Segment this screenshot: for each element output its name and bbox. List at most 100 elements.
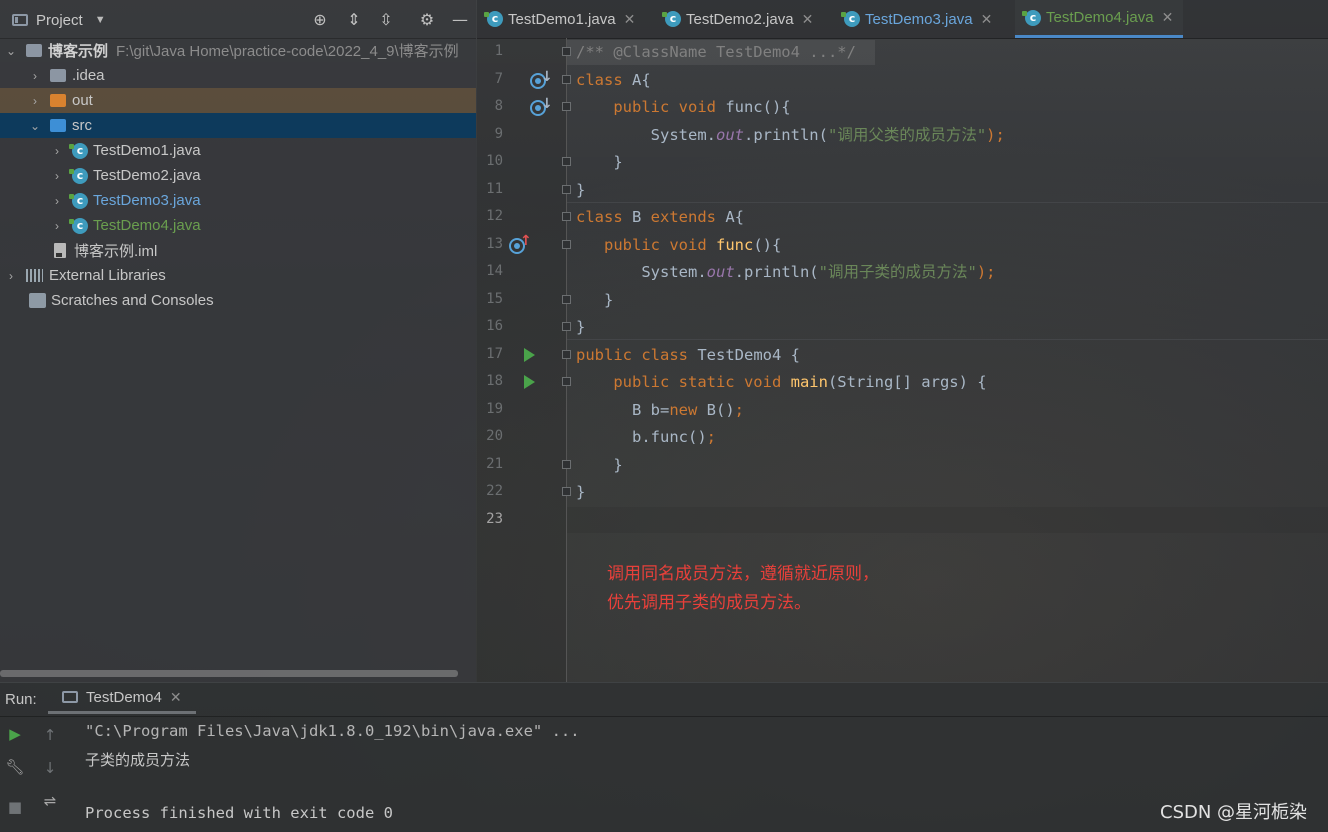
tree-item-testdemo3[interactable]: › c TestDemo3.java [0, 188, 476, 213]
line-number: 9 [494, 126, 503, 142]
code-line-17[interactable]: public class TestDemo4 { [576, 344, 800, 366]
line-number: 1 [494, 43, 503, 59]
tab-testdemo4[interactable]: c TestDemo4.java ✕ [1015, 0, 1184, 38]
code-line-20[interactable]: b.func(); [576, 426, 716, 448]
fold-marker[interactable] [562, 295, 571, 304]
tree-item-label: TestDemo2.java [93, 167, 201, 184]
keyword: new [669, 401, 707, 419]
wrench-icon[interactable]: 🔧︎ [5, 757, 25, 777]
tree-item-external-libraries[interactable]: › External Libraries [0, 263, 476, 288]
soft-wrap-icon[interactable]: ⇌ [40, 791, 60, 811]
tree-item-src[interactable]: ⌄ src [0, 113, 476, 138]
tree-item-idea[interactable]: › .idea [0, 63, 476, 88]
tab-label: TestDemo3.java [865, 10, 973, 28]
keyword: public static void [576, 373, 791, 391]
code-text: System. [576, 263, 707, 281]
java-class-icon: c [662, 11, 681, 27]
tree-item-scratches[interactable]: Scratches and Consoles [0, 288, 476, 313]
project-view-selector[interactable]: Project ▼ [12, 9, 106, 31]
arrow-up-icon[interactable]: ↑ [40, 725, 60, 745]
gear-icon[interactable]: ⚙ [417, 10, 437, 30]
code-line-10[interactable]: } [576, 151, 622, 173]
tree-item-testdemo2[interactable]: › c TestDemo2.java [0, 163, 476, 188]
tab-testdemo1[interactable]: c TestDemo1.java ✕ [484, 0, 636, 38]
rerun-icon[interactable]: ▶ [5, 724, 25, 744]
code-line-15[interactable]: } [576, 289, 613, 311]
code-line-21[interactable]: } [576, 454, 622, 476]
tree-root-node[interactable]: ⌄ 博客示例 F:\git\Java Home\practice-code\20… [0, 38, 476, 63]
tab-testdemo2[interactable]: c TestDemo2.java ✕ [662, 0, 814, 38]
code-line-12[interactable]: class B extends A{ [576, 206, 744, 228]
gutter-divider [566, 38, 567, 682]
code-line-11[interactable]: } [576, 179, 585, 201]
keyword: class [576, 208, 632, 226]
fold-marker[interactable] [562, 157, 571, 166]
fold-marker[interactable] [562, 350, 571, 359]
tree-item-label: src [72, 117, 92, 134]
close-icon[interactable]: ✕ [170, 689, 182, 706]
line-number: 13 [486, 236, 503, 252]
code-line-16[interactable]: } [576, 316, 585, 338]
stop-icon[interactable]: ■ [5, 797, 25, 817]
tree-item-label: 博客示例.iml [74, 243, 158, 260]
fold-marker[interactable] [562, 487, 571, 496]
chevron-down-icon: ▼ [94, 14, 106, 26]
code-text: ); [976, 263, 996, 281]
code-line-7[interactable]: class A{ [576, 69, 651, 91]
code-line-13[interactable]: public void func(){ [576, 234, 781, 256]
code-text: System. [576, 126, 716, 144]
code-line-14[interactable]: System.out.println("调用子类的成员方法"); [576, 261, 996, 283]
code-line-22[interactable]: } [576, 481, 585, 503]
folded-comment[interactable]: /** @ClassName TestDemo4 ...*/ [576, 43, 856, 61]
code-line-8[interactable]: public void func(){ [576, 96, 790, 118]
collapse-all-icon[interactable]: ⇳ [376, 10, 396, 30]
code-line-9[interactable]: System.out.println("调用父类的成员方法"); [576, 124, 1005, 146]
tree-item-testdemo1[interactable]: › c TestDemo1.java [0, 138, 476, 163]
fold-marker[interactable] [562, 460, 571, 469]
fold-marker[interactable] [562, 102, 571, 111]
minimize-icon[interactable]: — [450, 10, 470, 30]
arrow-down-icon[interactable]: ↓ [40, 758, 60, 778]
tree-item-iml[interactable]: 博客示例.iml [0, 238, 476, 263]
fold-marker[interactable] [562, 75, 571, 84]
code-line-18[interactable]: public static void main(String[] args) { [576, 371, 986, 393]
output-folder-icon [50, 94, 66, 107]
arrow-down-icon: ↓ [541, 69, 553, 85]
tab-testdemo3[interactable]: c TestDemo3.java ✕ [841, 0, 993, 38]
string-literal: "调用父类的成员方法" [827, 126, 987, 144]
run-icon[interactable] [524, 375, 535, 389]
horizontal-scrollbar[interactable] [0, 670, 458, 677]
close-icon[interactable]: ✕ [1162, 9, 1174, 26]
tree-item-out[interactable]: › out [0, 88, 476, 113]
project-window-icon [12, 14, 28, 26]
close-icon[interactable]: ✕ [802, 11, 814, 28]
watermark: CSDN @星河栀染 [1160, 802, 1308, 823]
fold-marker[interactable] [562, 212, 571, 221]
fold-marker[interactable] [562, 47, 571, 56]
code-line-1[interactable]: /** @ClassName TestDemo4 ...*/ [576, 41, 856, 63]
close-icon[interactable]: ✕ [624, 11, 636, 28]
method-separator [567, 202, 1328, 203]
java-class-icon: c [69, 167, 88, 184]
keyword: public void [576, 98, 726, 116]
module-folder-icon [26, 44, 42, 57]
tree-item-label: External Libraries [49, 267, 166, 284]
source-folder-icon [50, 119, 66, 132]
fold-marker[interactable] [562, 240, 571, 249]
expand-all-icon[interactable]: ⇕ [344, 10, 364, 30]
code-text: B [632, 208, 651, 226]
locate-icon[interactable]: ⊕ [310, 10, 330, 30]
fold-marker[interactable] [562, 377, 571, 386]
line-number: 7 [494, 71, 503, 87]
run-icon[interactable] [524, 348, 535, 362]
project-tool-window: Project ▼ ⊕ ⇕ ⇳ ⚙ — ⌄ 博客示例 F:\git\Java H… [0, 0, 476, 682]
close-icon[interactable]: ✕ [981, 11, 993, 28]
code-line-19[interactable]: B b=new B(); [576, 399, 744, 421]
code-text: A{ [632, 71, 651, 89]
fold-marker[interactable] [562, 322, 571, 331]
java-class-icon: c [69, 142, 88, 159]
tree-item-testdemo4[interactable]: › c TestDemo4.java [0, 213, 476, 238]
chevron-right-icon: › [33, 68, 37, 83]
run-config-tab[interactable]: TestDemo4 ✕ [48, 683, 196, 714]
fold-marker[interactable] [562, 185, 571, 194]
